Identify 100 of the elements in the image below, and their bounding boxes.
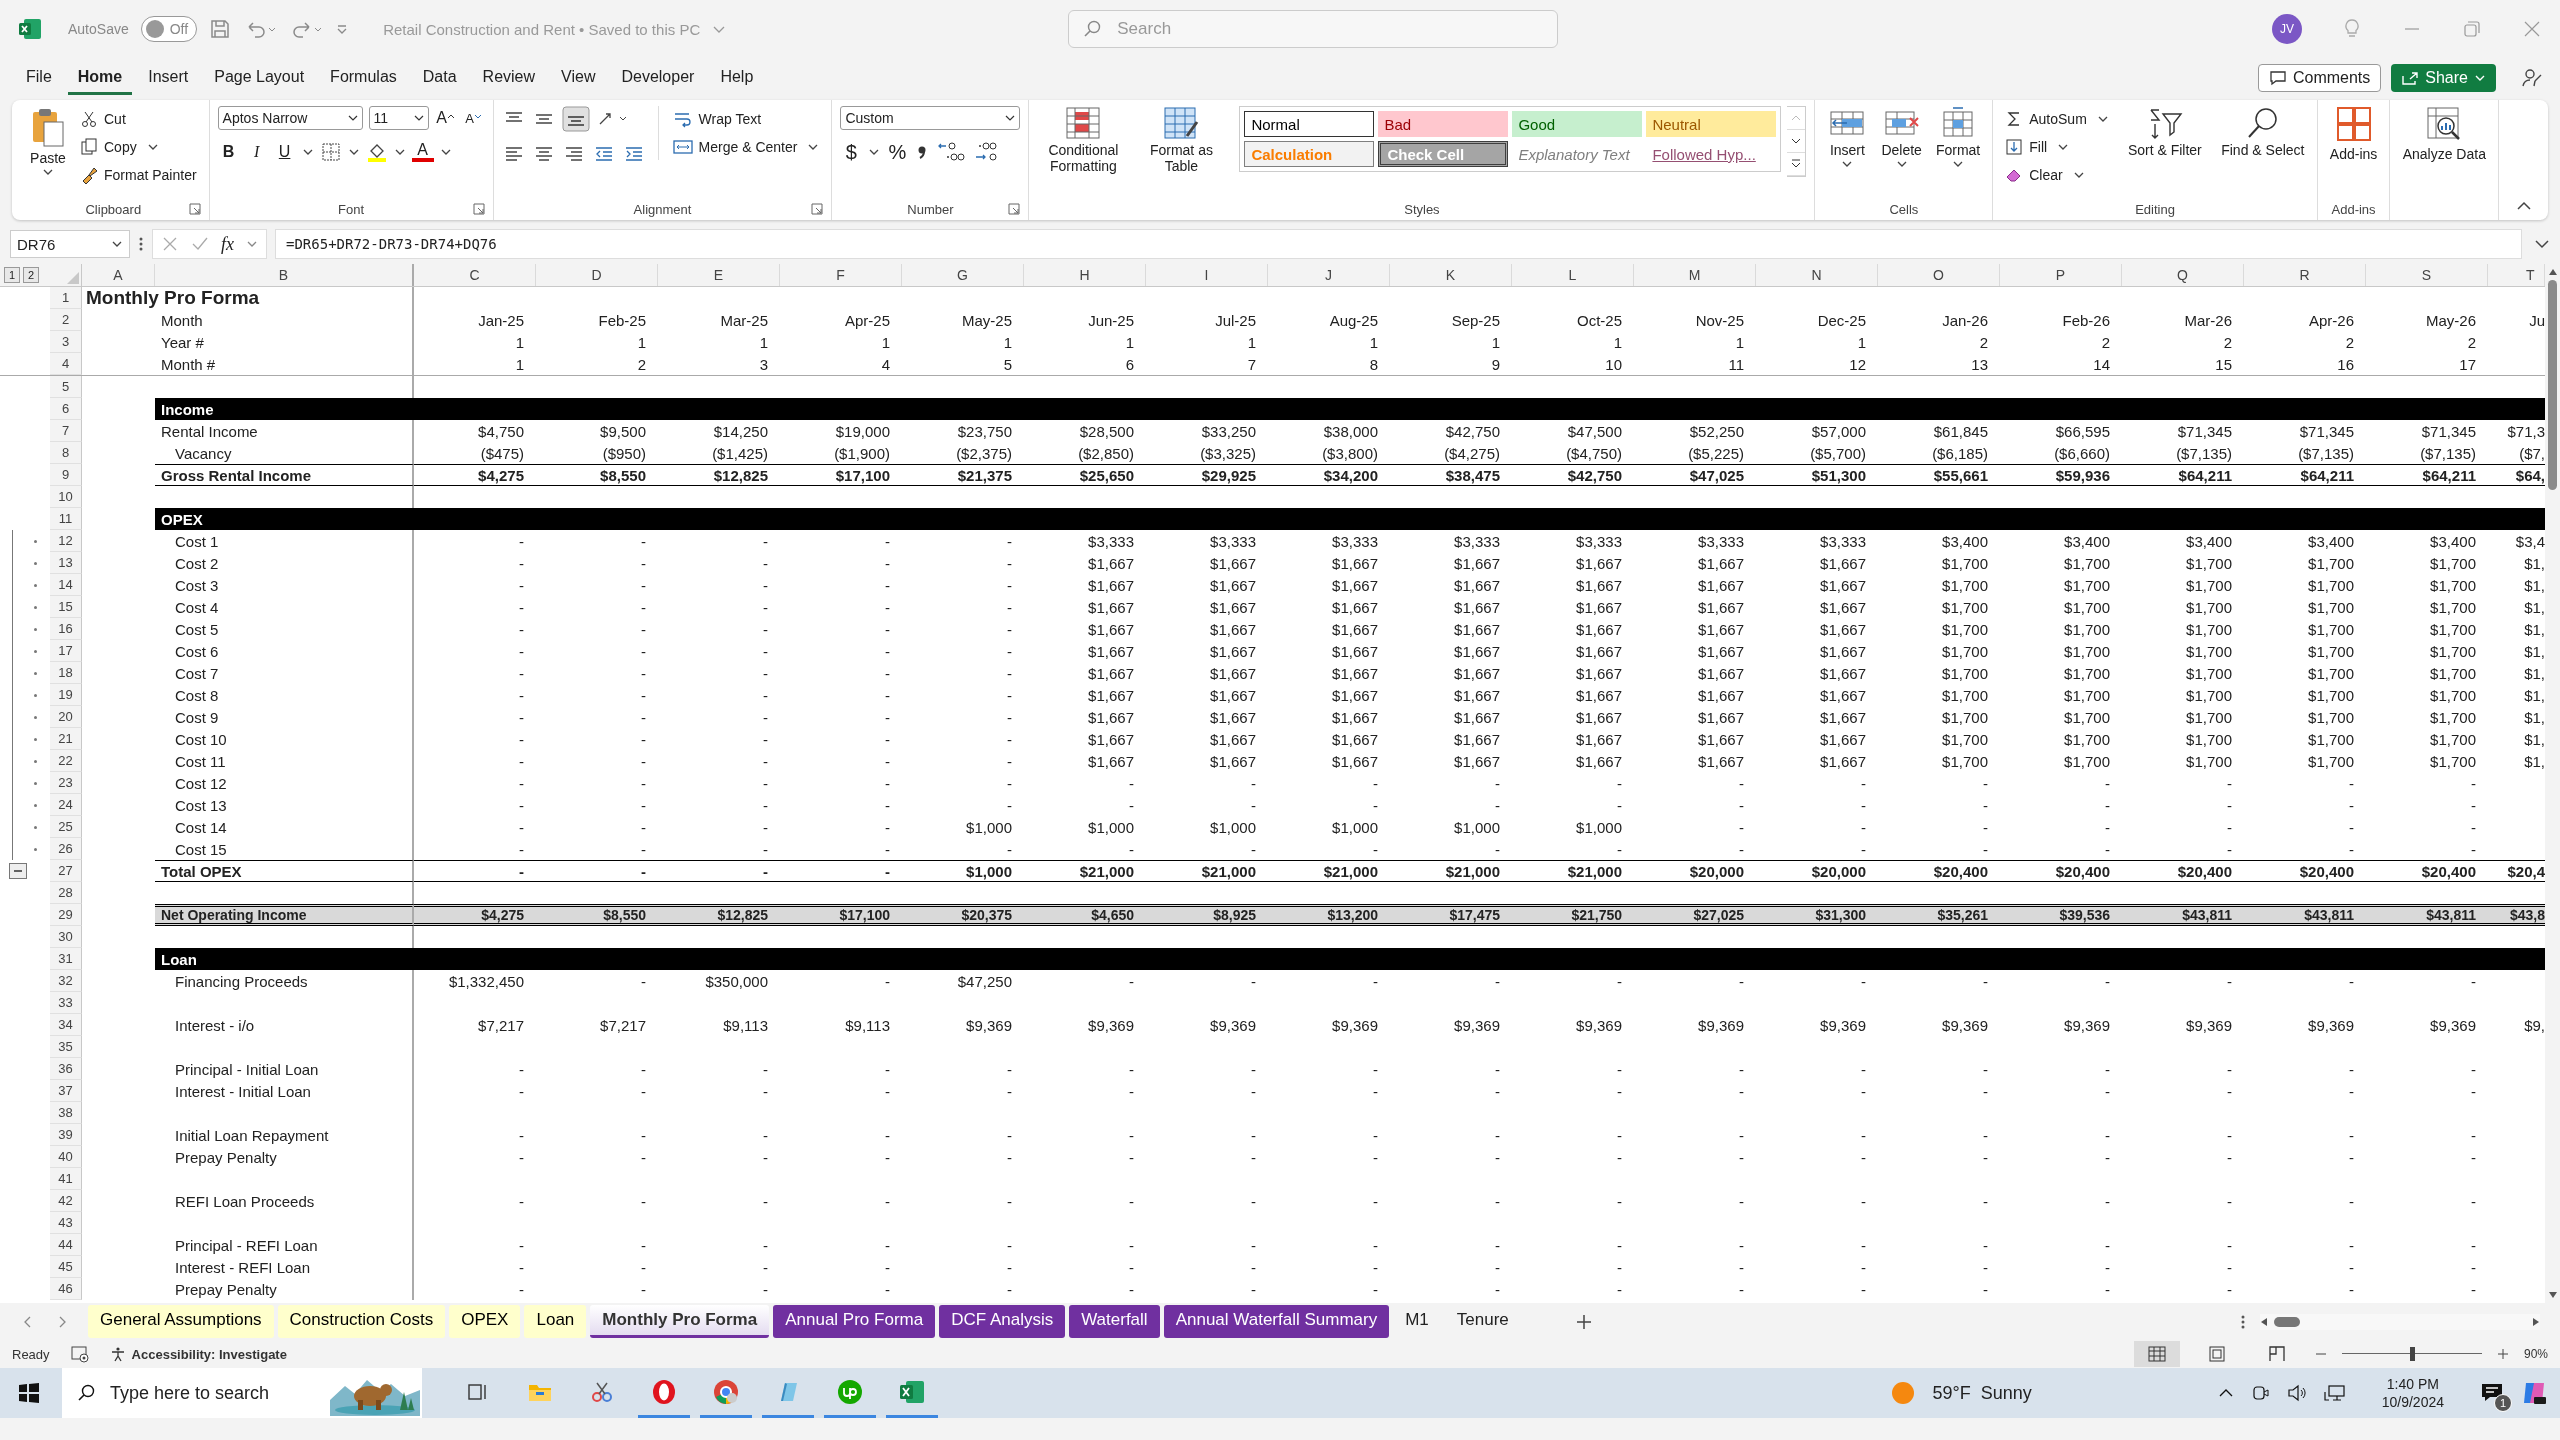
underline-button[interactable]: U bbox=[273, 140, 296, 164]
scroll-right-icon[interactable] bbox=[2532, 1316, 2540, 1327]
bold-button[interactable]: B bbox=[217, 140, 240, 164]
clock-date[interactable]: 10/9/2024 bbox=[2381, 1393, 2444, 1412]
format-button[interactable]: Format bbox=[1931, 106, 1985, 169]
cell-style-option[interactable]: Normal bbox=[1244, 111, 1375, 137]
search-field[interactable]: Search bbox=[1068, 10, 1559, 48]
autosum-button[interactable]: AutoSum bbox=[2001, 106, 2113, 132]
insert-button[interactable]: Insert bbox=[1823, 106, 1872, 169]
sheet-tab[interactable]: Waterfall bbox=[1069, 1305, 1160, 1338]
analyze-data-button[interactable]: Analyze Data bbox=[2398, 106, 2491, 163]
sheet-tab[interactable]: DCF Analysis bbox=[939, 1305, 1066, 1338]
copy-button[interactable]: Copy bbox=[76, 134, 201, 160]
add-sheet-icon[interactable] bbox=[1574, 1312, 1593, 1331]
sheet-tab[interactable]: OPEX bbox=[449, 1305, 521, 1338]
name-box[interactable]: DR76 bbox=[10, 230, 130, 258]
align-bottom-icon[interactable] bbox=[561, 106, 590, 132]
volume-icon[interactable] bbox=[2285, 1384, 2308, 1402]
sheet-tab[interactable]: Monthly Pro Forma bbox=[590, 1305, 770, 1338]
sheet-tab[interactable]: Tenure bbox=[1444, 1305, 1521, 1338]
paste-button[interactable]: Paste bbox=[26, 106, 70, 177]
autosave-toggle[interactable]: Off bbox=[140, 16, 198, 42]
delete-button[interactable]: Delete bbox=[1877, 106, 1926, 169]
dialog-launcher-icon[interactable] bbox=[188, 203, 201, 215]
merge-center-button[interactable]: Merge & Center bbox=[668, 134, 824, 160]
share-button[interactable]: Share bbox=[2391, 64, 2496, 92]
collapse-ribbon-icon[interactable] bbox=[2516, 200, 2532, 212]
increase-decimal-icon[interactable] bbox=[936, 140, 967, 164]
cell-style-option[interactable]: Bad bbox=[1378, 111, 1509, 137]
column-header[interactable]: E bbox=[713, 267, 724, 283]
column-header[interactable]: I bbox=[1204, 267, 1209, 283]
column-header[interactable]: O bbox=[1933, 267, 1944, 283]
column-header[interactable]: A bbox=[113, 267, 123, 283]
outline-level-button[interactable]: 2 bbox=[23, 267, 39, 283]
close-icon[interactable] bbox=[2522, 19, 2542, 39]
row-number[interactable]: 1 bbox=[61, 290, 70, 305]
formula-field[interactable]: =DR65+DR72-DR73-DR74+DQ76 bbox=[275, 229, 2522, 259]
scroll-down-icon[interactable] bbox=[2547, 1291, 2558, 1299]
row-number[interactable]: 5 bbox=[61, 379, 70, 394]
macro-recording-icon[interactable] bbox=[69, 1345, 90, 1363]
column-header[interactable]: C bbox=[469, 267, 480, 283]
column-header[interactable]: J bbox=[1325, 267, 1332, 283]
column-header[interactable]: G bbox=[957, 267, 968, 283]
row-number[interactable]: 8 bbox=[61, 445, 70, 460]
sheet-tab[interactable]: Annual Pro Forma bbox=[773, 1305, 936, 1338]
percent-button[interactable]: % bbox=[886, 140, 909, 164]
borders-icon[interactable] bbox=[319, 142, 342, 162]
comments-button[interactable]: Comments bbox=[2257, 64, 2382, 92]
row-number[interactable]: 3 bbox=[61, 334, 70, 349]
sheet-tab[interactable]: Loan bbox=[524, 1305, 587, 1338]
column-header[interactable]: M bbox=[1688, 267, 1701, 283]
column-header[interactable]: B bbox=[278, 267, 289, 283]
zoom-in-icon[interactable] bbox=[2495, 1347, 2510, 1361]
add-ins-button[interactable]: Add-ins bbox=[2325, 106, 2382, 163]
row-number[interactable]: 2 bbox=[61, 312, 70, 327]
outline-level-button[interactable]: 1 bbox=[4, 267, 20, 283]
menu-tab[interactable]: Developer bbox=[611, 61, 705, 95]
column-header[interactable]: D bbox=[591, 267, 602, 283]
currency-button[interactable]: $ bbox=[840, 140, 863, 164]
sheet-tab[interactable]: Construction Costs bbox=[277, 1305, 446, 1338]
caret-icon[interactable] bbox=[868, 148, 881, 156]
caret-icon[interactable] bbox=[347, 148, 360, 156]
column-header[interactable]: F bbox=[836, 267, 845, 283]
menu-tab[interactable]: Data bbox=[412, 61, 467, 95]
sheet-tab[interactable]: Annual Waterfall Summary bbox=[1163, 1305, 1390, 1338]
menu-tab[interactable]: Insert bbox=[138, 61, 199, 95]
more-options-icon[interactable] bbox=[2240, 1313, 2246, 1330]
menu-tab[interactable]: Help bbox=[710, 61, 764, 95]
column-header[interactable]: S bbox=[2421, 267, 2432, 283]
cell-style-option[interactable]: Explanatory Text bbox=[1512, 141, 1643, 167]
scrollbar-thumb[interactable] bbox=[2548, 280, 2557, 490]
insert-function-button[interactable]: fx bbox=[221, 233, 234, 255]
accessibility-status[interactable]: Accessibility: Investigate bbox=[131, 1346, 287, 1362]
column-header[interactable]: K bbox=[1445, 267, 1456, 283]
column-header[interactable]: Q bbox=[2177, 267, 2188, 283]
caret-icon[interactable] bbox=[301, 148, 314, 156]
increase-font-size-button[interactable]: A bbox=[434, 106, 457, 130]
dialog-launcher-icon[interactable] bbox=[1008, 203, 1021, 215]
expand-formula-bar-icon[interactable] bbox=[2534, 238, 2550, 250]
number-format-dropdown[interactable]: Custom bbox=[840, 106, 1021, 130]
clear-button[interactable]: Clear bbox=[2001, 162, 2113, 188]
accessibility-icon[interactable] bbox=[109, 1346, 126, 1362]
decrease-font-size-button[interactable]: A bbox=[462, 106, 485, 130]
sheet-tab[interactable]: M1 bbox=[1393, 1305, 1441, 1338]
wrap-text-button[interactable]: Wrap Text bbox=[668, 106, 824, 132]
user-avatar[interactable]: JV bbox=[2272, 14, 2302, 44]
conditional-formatting-button[interactable]: Conditional Formatting bbox=[1037, 106, 1130, 175]
font-size-dropdown[interactable]: 11 bbox=[368, 106, 429, 130]
zoom-level[interactable]: 90% bbox=[2523, 1347, 2548, 1361]
format-as-table-button[interactable]: Format as Table bbox=[1135, 106, 1228, 175]
horizontal-scrollbar[interactable] bbox=[2260, 1313, 2540, 1330]
normal-view-button[interactable] bbox=[2133, 1341, 2180, 1367]
font-color-button[interactable]: A bbox=[411, 142, 434, 162]
column-header[interactable]: R bbox=[2299, 267, 2310, 283]
column-header[interactable]: P bbox=[2055, 267, 2066, 283]
row-number[interactable]: 6 bbox=[61, 401, 70, 416]
sort-filter-button[interactable]: Sort & Filter bbox=[2118, 106, 2211, 159]
format-painter-button[interactable]: Format Painter bbox=[76, 162, 201, 188]
menu-tab[interactable]: File bbox=[16, 61, 62, 95]
scroll-up-icon[interactable] bbox=[2547, 268, 2558, 276]
